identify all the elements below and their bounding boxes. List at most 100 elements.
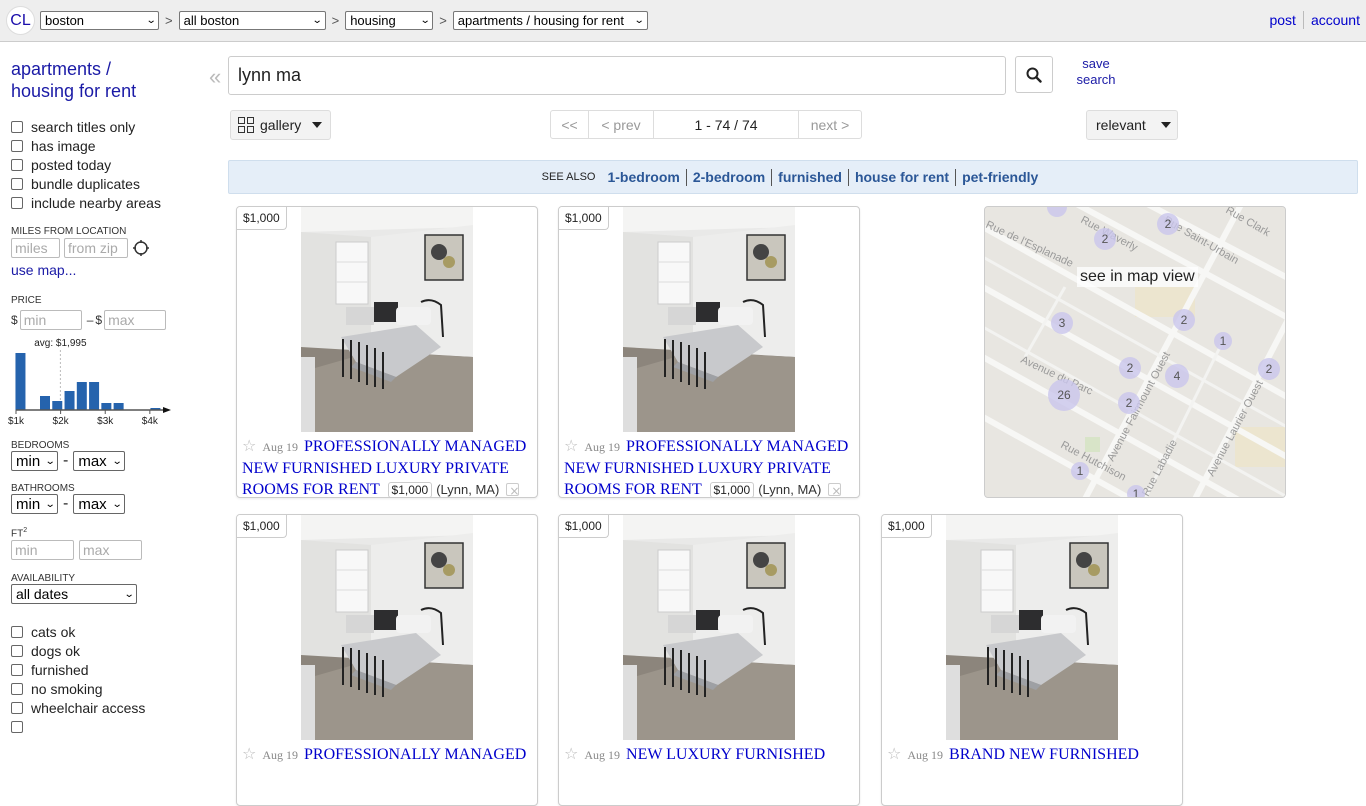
filter-cats-ok[interactable]: cats ok — [11, 622, 191, 641]
collapse-sidebar-icon[interactable]: « — [209, 64, 221, 90]
checkbox[interactable] — [11, 682, 23, 695]
filter-search-titles-only[interactable]: search titles only — [11, 117, 191, 136]
category-title[interactable]: apartments / housing for rent — [11, 58, 191, 102]
listing-card[interactable]: $1,000 ☆ Aug 19 PROFESSIONALLY MANAGED N… — [236, 206, 538, 498]
favorite-star-icon[interactable]: ☆ — [887, 744, 901, 763]
checkbox[interactable] — [11, 158, 23, 171]
hide-listing-icon[interactable] — [828, 481, 841, 497]
checkbox[interactable] — [11, 701, 23, 714]
filter-posted-today[interactable]: posted today — [11, 155, 191, 174]
listing-title-link[interactable]: BRAND NEW FURNISHED — [949, 746, 1139, 763]
area-select-value: boston — [45, 13, 85, 28]
select-value: all dates — [16, 586, 69, 603]
availability-select[interactable]: all dates ⌄ — [11, 584, 137, 605]
sqft-max-input[interactable]: max — [79, 540, 142, 561]
see-also-furnished[interactable]: furnished — [772, 169, 848, 185]
save-search-link[interactable]: save search — [1070, 56, 1122, 88]
search-input[interactable]: lynn ma — [228, 56, 1006, 95]
hide-listing-icon[interactable] — [506, 481, 519, 497]
checkbox[interactable] — [11, 139, 23, 152]
subarea-select[interactable]: all boston ⌄ — [178, 11, 326, 30]
use-map-link[interactable]: use map... — [11, 262, 191, 278]
subcategory-select[interactable]: apartments / housing for rent ⌄ — [452, 11, 648, 30]
filter-no-smoking[interactable]: no smoking — [11, 679, 191, 698]
price-max-input[interactable]: max — [104, 310, 167, 330]
listing-info: ☆ Aug 19 PROFESSIONALLY MANAGED NEW FURN… — [242, 435, 534, 497]
map-view-link[interactable]: see in map view — [1077, 267, 1198, 287]
filter-furnished[interactable]: furnished — [11, 660, 191, 679]
histogram-bar — [15, 353, 26, 410]
select-value: min — [16, 452, 41, 470]
zip-input[interactable]: from zip — [64, 238, 128, 258]
svg-text:26: 26 — [1057, 388, 1071, 402]
favorite-star-icon[interactable]: ☆ — [564, 744, 578, 763]
checkbox[interactable] — [11, 196, 23, 209]
listing-info: ☆ Aug 19 NEW LUXURY FURNISHED — [564, 743, 856, 766]
price-histogram[interactable]: avg: $1,995 $1k $2k $3k $4k — [5, 334, 175, 434]
favorite-star-icon[interactable]: ☆ — [242, 436, 256, 455]
view-mode-label: gallery — [260, 117, 302, 133]
checkbox[interactable] — [11, 663, 23, 676]
svg-text:1: 1 — [1220, 334, 1227, 348]
listing-photo[interactable] — [623, 207, 795, 432]
listing-card[interactable]: $1,000 ☆ Aug 19 PROFESSIONALLY MANAGED — [236, 514, 538, 806]
next-page-button[interactable]: next > — [799, 111, 861, 138]
filter-dogs-ok[interactable]: dogs ok — [11, 641, 191, 660]
bathrooms-max-select[interactable]: max ⌄ — [73, 494, 126, 514]
sort-select[interactable]: relevant — [1086, 110, 1178, 140]
listing-card[interactable]: $1,000 ☆ Aug 19 NEW LUXURY FURNISHED — [558, 514, 860, 806]
filter-bundle-duplicates[interactable]: bundle duplicates — [11, 174, 191, 193]
checkbox[interactable] — [11, 120, 23, 133]
bedrooms-min-select[interactable]: min ⌄ — [11, 451, 58, 471]
filter-more[interactable] — [11, 717, 191, 736]
checkbox[interactable] — [11, 625, 23, 638]
see-also-pet-friendly[interactable]: pet-friendly — [956, 169, 1044, 185]
category-select[interactable]: housing ⌄ — [345, 11, 434, 30]
listing-photo[interactable] — [623, 515, 795, 740]
filter-has-image[interactable]: has image — [11, 136, 191, 155]
price-min-input[interactable]: min — [19, 310, 82, 330]
map-preview[interactable]: Rue de l'Esplanade Rue Waverly Rue Saint… — [984, 206, 1286, 498]
first-page-button[interactable]: << — [551, 111, 589, 138]
area-select[interactable]: boston ⌄ — [40, 11, 159, 30]
listing-photo[interactable] — [946, 515, 1118, 740]
locate-me-icon[interactable] — [132, 239, 150, 257]
caret-down-icon — [1160, 122, 1171, 128]
view-mode-button[interactable]: gallery — [230, 110, 331, 140]
listing-photo[interactable] — [301, 207, 473, 432]
listing-title-link[interactable]: PROFESSIONALLY MANAGED — [304, 746, 526, 763]
result-range: 1 - 74 / 74 — [654, 111, 799, 138]
svg-text:2: 2 — [1266, 362, 1273, 376]
account-link[interactable]: account — [1311, 12, 1360, 28]
x-tick-label: $2k — [53, 416, 70, 427]
listing-info: ☆ Aug 19 BRAND NEW FURNISHED — [887, 743, 1179, 766]
post-link[interactable]: post — [1269, 12, 1295, 28]
listing-title-link[interactable]: NEW LUXURY FURNISHED — [626, 746, 825, 763]
checkbox[interactable] — [11, 720, 23, 733]
checkbox[interactable] — [11, 177, 23, 190]
listing-card[interactable]: $1,000 ☆ Aug 19 BRAND NEW FURNISHED — [881, 514, 1183, 806]
map-canvas: Rue de l'Esplanade Rue Waverly Rue Saint… — [985, 207, 1285, 497]
bedrooms-max-select[interactable]: max ⌄ — [73, 451, 126, 471]
sqft-min-input[interactable]: min — [11, 540, 74, 561]
favorite-star-icon[interactable]: ☆ — [242, 744, 256, 763]
miles-input[interactable]: miles — [11, 238, 60, 258]
filter-wheelchair-access[interactable]: wheelchair access — [11, 698, 191, 717]
see-also-house-for-rent[interactable]: house for rent — [849, 169, 955, 185]
search-icon — [1026, 67, 1042, 83]
range-dash: - — [63, 452, 69, 469]
see-also-2-bedroom[interactable]: 2-bedroom — [687, 169, 771, 185]
checkbox[interactable] — [11, 644, 23, 657]
bathrooms-min-select[interactable]: min ⌄ — [11, 494, 58, 514]
listing-card[interactable]: $1,000 ☆ Aug 19 PROFESSIONALLY MANAGED N… — [558, 206, 860, 498]
see-also-1-bedroom[interactable]: 1-bedroom — [601, 169, 685, 185]
listing-photo[interactable] — [301, 515, 473, 740]
subcategory-select-value: apartments / housing for rent — [457, 13, 624, 28]
filter-include-nearby[interactable]: include nearby areas — [11, 193, 191, 212]
search-button[interactable] — [1015, 56, 1053, 93]
prev-page-button[interactable]: < prev — [589, 111, 654, 138]
listing-price-badge: $1,000 — [559, 207, 609, 230]
favorite-star-icon[interactable]: ☆ — [564, 436, 578, 455]
craigslist-logo[interactable]: CL — [6, 6, 35, 35]
histogram-bar — [89, 382, 100, 410]
